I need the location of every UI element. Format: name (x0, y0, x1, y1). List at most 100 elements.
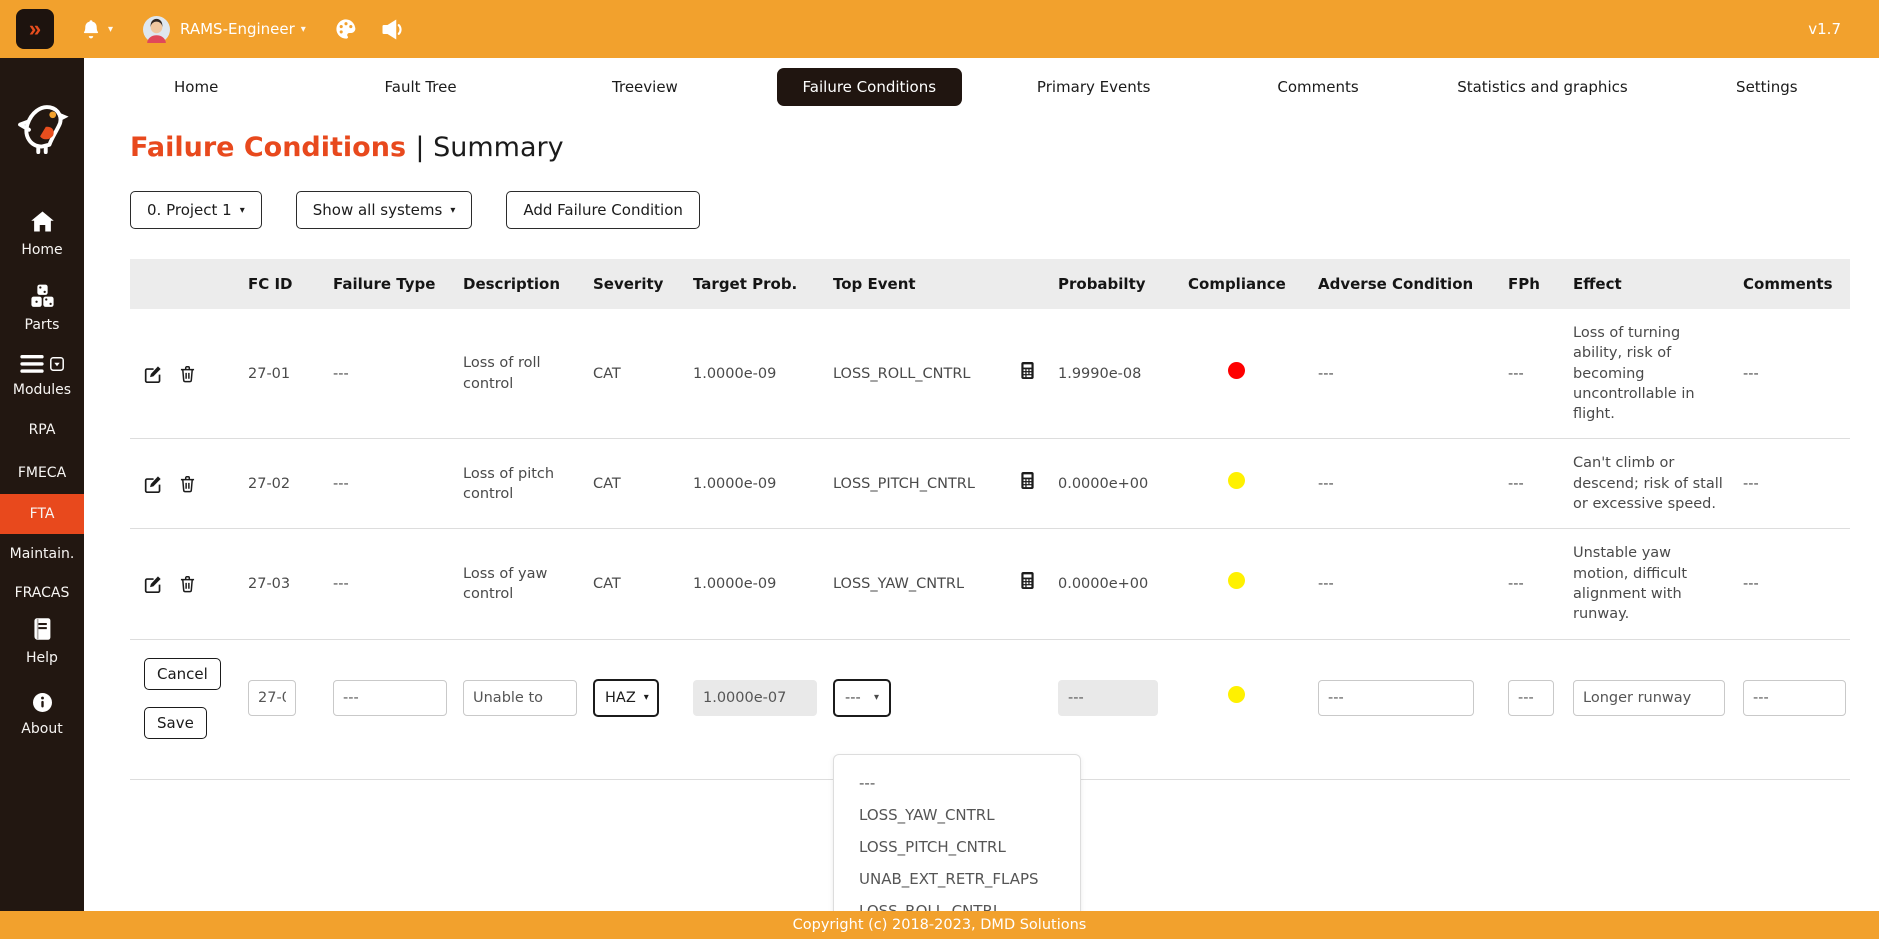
cell-description: Loss of roll control (455, 309, 585, 439)
notifications-button[interactable]: ▾ (80, 18, 113, 40)
add-failure-condition-button[interactable]: Add Failure Condition (506, 191, 700, 229)
cancel-button[interactable]: Cancel (144, 658, 221, 690)
column-header: Effect (1565, 259, 1735, 309)
chevron-down-icon: ▾ (108, 24, 113, 35)
column-header: Description (455, 259, 585, 309)
tab-comments[interactable]: Comments (1206, 68, 1430, 106)
user-name: RAMS-Engineer (180, 20, 295, 38)
edit-row-button[interactable] (144, 475, 162, 493)
sidebar-item-fmeca[interactable]: FMECA (0, 465, 84, 481)
adverse-condition-input[interactable] (1318, 680, 1474, 716)
double-chevron-right-icon: » (29, 16, 41, 41)
cell-adverse-condition: --- (1310, 529, 1500, 639)
sidebar-item-label: FMECA (18, 465, 66, 481)
compliance-status-dot (1228, 472, 1245, 489)
column-header: Top Event (825, 259, 1050, 309)
project-select[interactable]: 0. Project 1▾ (130, 191, 262, 229)
cell-fph: --- (1500, 529, 1565, 639)
cell-probability: 1.9990e-08 (1050, 309, 1180, 439)
app-logo (14, 98, 70, 158)
cell-top-event: LOSS_ROLL_CNTRL (833, 364, 971, 384)
sidebar-item-home[interactable]: Home (0, 210, 84, 258)
dropdown-option[interactable]: LOSS_PITCH_CNTRL (834, 831, 1080, 863)
delete-row-button[interactable] (179, 575, 196, 593)
calculator-icon (1019, 471, 1036, 490)
save-button[interactable]: Save (144, 707, 207, 739)
compliance-status-dot (1228, 572, 1245, 589)
delete-row-button[interactable] (179, 365, 196, 383)
robin-bird-logo-icon (14, 98, 70, 154)
edit-row-button[interactable] (144, 575, 162, 593)
top-event-select[interactable]: ---▾ (833, 679, 891, 717)
cell-top-event: LOSS_PITCH_CNTRL (833, 474, 975, 494)
trash-icon (179, 475, 196, 493)
dropdown-option[interactable]: LOSS_YAW_CNTRL (834, 799, 1080, 831)
dropdown-option[interactable]: --- (834, 767, 1080, 799)
cell-target-prob: 1.0000e-09 (685, 439, 825, 529)
sidebar-item-fracas[interactable]: FRACAS (0, 585, 84, 601)
cell-adverse-condition: --- (1310, 309, 1500, 439)
toolbar: 0. Project 1▾ Show all systems▾ Add Fail… (130, 191, 1879, 229)
comments-input[interactable] (1743, 680, 1846, 716)
effect-input[interactable] (1573, 680, 1725, 716)
cell-comments: --- (1735, 439, 1850, 529)
column-header: Comments (1735, 259, 1850, 309)
fc-id-input[interactable] (248, 680, 296, 716)
calculator-button[interactable] (1019, 571, 1036, 596)
failure-type-input[interactable] (333, 680, 447, 716)
column-header: Severity (585, 259, 685, 309)
calculator-button[interactable] (1019, 471, 1036, 496)
edit-row-button[interactable] (144, 365, 162, 383)
caret-down-icon: ▾ (450, 205, 455, 216)
cell-effect: Loss of turning ability, risk of becomin… (1565, 309, 1735, 439)
cell-fc-id: 27-01 (240, 309, 325, 439)
fph-input[interactable] (1508, 680, 1554, 716)
severity-select[interactable]: HAZ▾ (593, 679, 659, 717)
user-menu[interactable]: RAMS-Engineer ▾ (143, 16, 306, 43)
sidebar-item-fta[interactable]: FTA (0, 494, 84, 534)
pencil-square-icon (144, 475, 162, 493)
sidebar-item-rpa[interactable]: RPA (0, 422, 84, 438)
column-header: Failure Type (325, 259, 455, 309)
sidebar-item-label: FRACAS (15, 585, 70, 601)
chevron-down-icon: ▾ (301, 24, 306, 35)
copyright-text: Copyright (c) 2018-2023, DMD Solutions (793, 917, 1087, 933)
systems-filter-select[interactable]: Show all systems▾ (296, 191, 473, 229)
cell-fc-id: 27-02 (240, 439, 325, 529)
sidebar-item-parts[interactable]: Modules Parts (0, 284, 84, 333)
tab-primary-events[interactable]: Primary Events (982, 68, 1206, 106)
sidebar-item-modules[interactable]: Modules (0, 355, 84, 398)
page-title-main: Failure Conditions (130, 132, 406, 163)
delete-row-button[interactable] (179, 475, 196, 493)
tab-fault-tree[interactable]: Fault Tree (308, 68, 532, 106)
column-header: Compliance (1180, 259, 1310, 309)
sidebar-item-about[interactable]: About (0, 693, 84, 737)
table-header-row: FC ID Failure Type Description Severity … (130, 259, 1850, 309)
compliance-status-dot (1228, 686, 1245, 703)
sidebar-item-label: Help (26, 650, 58, 666)
tab-treeview[interactable]: Treeview (533, 68, 757, 106)
cubes-icon (30, 284, 55, 312)
description-input[interactable] (463, 680, 577, 716)
calculator-button[interactable] (1019, 361, 1036, 386)
probability-input (1058, 680, 1158, 716)
sidebar-item-label: Maintain. (10, 546, 75, 562)
cell-comments: --- (1735, 309, 1850, 439)
theme-palette-button[interactable] (334, 17, 358, 41)
tab-settings[interactable]: Settings (1655, 68, 1879, 106)
sidebar-item-help[interactable]: Help (0, 617, 84, 666)
tab-home[interactable]: Home (84, 68, 308, 106)
sidebar-item-maintain[interactable]: Maintain. (0, 546, 84, 562)
footer: Copyright (c) 2018-2023, DMD Solutions (0, 911, 1879, 939)
tab-failure-conditions[interactable]: Failure Conditions (757, 68, 981, 106)
announcements-button[interactable] (380, 17, 405, 42)
dropdown-option[interactable]: UNAB_EXT_RETR_FLAPS (834, 863, 1080, 895)
tab-bar: Home Fault Tree Treeview Failure Conditi… (84, 66, 1879, 108)
compliance-status-dot (1228, 362, 1245, 379)
tab-statistics-and-graphics[interactable]: Statistics and graphics (1430, 68, 1654, 106)
sidebar-item-label: RPA (29, 422, 56, 438)
trash-icon (179, 575, 196, 593)
cell-top-event: LOSS_YAW_CNTRL (833, 574, 964, 594)
sidebar-toggle-button[interactable]: » (16, 9, 54, 49)
sidebar-item-label: Modules (13, 382, 71, 398)
